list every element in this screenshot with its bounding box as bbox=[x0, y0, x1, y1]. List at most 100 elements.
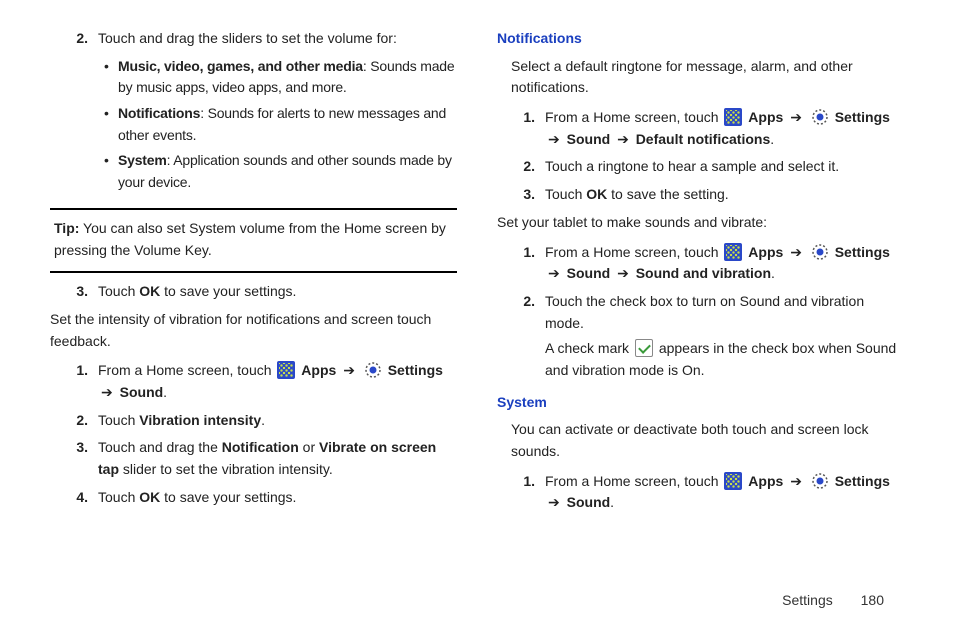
step-text: Touch and drag the bbox=[98, 439, 222, 455]
bullet-desc: : Application sounds and other sounds ma… bbox=[118, 152, 452, 190]
bullet-mark: • bbox=[104, 103, 118, 146]
vibe-step-2: 2. Touch Vibration intensity. bbox=[50, 410, 457, 432]
system-intro: You can activate or deactivate both touc… bbox=[497, 419, 904, 462]
bullet-label: System bbox=[118, 152, 167, 168]
notif-step-1: 1. From a Home screen, touch Apps ➔ Sett… bbox=[497, 107, 904, 150]
default-notifications-label: Default notifications bbox=[636, 131, 771, 147]
sound-label: Sound bbox=[567, 265, 611, 281]
notif-step-3: 3. Touch OK to save the setting. bbox=[497, 184, 904, 206]
step-text: Touch bbox=[98, 283, 139, 299]
left-column: 2. Touch and drag the sliders to set the… bbox=[50, 28, 457, 520]
list-number: 1. bbox=[517, 107, 545, 150]
footer-section: Settings bbox=[782, 592, 833, 608]
step-text: From a Home screen, touch bbox=[545, 109, 722, 125]
apps-icon bbox=[724, 108, 742, 126]
step-text: From a Home screen, touch bbox=[545, 473, 722, 489]
step-text: Touch bbox=[98, 489, 139, 505]
notifications-heading: Notifications bbox=[497, 28, 904, 50]
vibe-step-3: 3. Touch and drag the Notification or Vi… bbox=[50, 437, 457, 480]
step-text: Touch bbox=[545, 186, 586, 202]
settings-label: Settings bbox=[835, 244, 890, 260]
step-text: Touch the check box to turn on Sound and… bbox=[545, 293, 864, 331]
ok-label: OK bbox=[586, 186, 607, 202]
apps-icon bbox=[277, 361, 295, 379]
sound-label: Sound bbox=[567, 131, 611, 147]
vibration-intro: Set the intensity of vibration for notif… bbox=[50, 309, 457, 352]
arrow-icon: ➔ bbox=[787, 109, 805, 125]
apps-icon bbox=[724, 243, 742, 261]
page-number: 180 bbox=[861, 592, 884, 608]
settings-icon bbox=[811, 243, 829, 261]
sound-label: Sound bbox=[120, 384, 164, 400]
settings-icon bbox=[811, 108, 829, 126]
list-number: 1. bbox=[517, 242, 545, 285]
settings-label: Settings bbox=[388, 362, 443, 378]
step-text: From a Home screen, touch bbox=[545, 244, 722, 260]
step-2: 2. Touch and drag the sliders to set the… bbox=[50, 28, 457, 198]
arrow-icon: ➔ bbox=[545, 265, 563, 281]
step-text: Touch bbox=[98, 412, 139, 428]
list-number: 3. bbox=[70, 437, 98, 480]
apps-label: Apps bbox=[301, 362, 340, 378]
apps-icon bbox=[724, 472, 742, 490]
list-number: 3. bbox=[70, 281, 98, 303]
settings-label: Settings bbox=[835, 473, 890, 489]
settings-label: Settings bbox=[835, 109, 890, 125]
arrow-icon: ➔ bbox=[545, 131, 563, 147]
step-text: Touch a ringtone to hear a sample and se… bbox=[545, 158, 839, 174]
right-column: Notifications Select a default ringtone … bbox=[497, 28, 904, 520]
checkmark-icon bbox=[635, 339, 653, 357]
list-number: 1. bbox=[517, 471, 545, 514]
page-footer: Settings 180 bbox=[782, 592, 884, 608]
step-text: A check mark bbox=[545, 340, 633, 356]
notification-label: Notification bbox=[222, 439, 299, 455]
list-number: 3. bbox=[517, 184, 545, 206]
step-3: 3. Touch OK to save your settings. bbox=[50, 281, 457, 303]
arrow-icon: ➔ bbox=[545, 494, 563, 510]
vibe-step-1: 1. From a Home screen, touch Apps ➔ Sett… bbox=[50, 360, 457, 403]
vibration-intensity-label: Vibration intensity bbox=[139, 412, 261, 428]
list-number: 2. bbox=[70, 410, 98, 432]
step-text: or bbox=[299, 439, 319, 455]
list-number: 4. bbox=[70, 487, 98, 509]
bullet-system: • System: Application sounds and other s… bbox=[98, 150, 457, 193]
apps-label: Apps bbox=[748, 109, 787, 125]
vibe-step-4: 4. Touch OK to save your settings. bbox=[50, 487, 457, 509]
step-text: slider to set the vibration intensity. bbox=[119, 461, 333, 477]
apps-label: Apps bbox=[748, 473, 787, 489]
tip-label: Tip: bbox=[54, 220, 79, 236]
settings-icon bbox=[811, 472, 829, 490]
divider bbox=[50, 271, 457, 273]
step-text: From a Home screen, touch bbox=[98, 362, 275, 378]
sys-step-1: 1. From a Home screen, touch Apps ➔ Sett… bbox=[497, 471, 904, 514]
sound-label: Sound bbox=[567, 494, 611, 510]
bullet-mark: • bbox=[104, 56, 118, 99]
notif-step-2: 2. Touch a ringtone to hear a sample and… bbox=[497, 156, 904, 178]
sv-step-1: 1. From a Home screen, touch Apps ➔ Sett… bbox=[497, 242, 904, 285]
ok-label: OK bbox=[139, 283, 160, 299]
tip-text: You can also set System volume from the … bbox=[54, 220, 446, 258]
arrow-icon: ➔ bbox=[340, 362, 358, 378]
system-heading: System bbox=[497, 392, 904, 414]
apps-label: Apps bbox=[748, 244, 787, 260]
ok-label: OK bbox=[139, 489, 160, 505]
step-text: to save your settings. bbox=[160, 489, 296, 505]
arrow-icon: ➔ bbox=[98, 384, 116, 400]
list-number: 1. bbox=[70, 360, 98, 403]
divider bbox=[50, 208, 457, 210]
list-number: 2. bbox=[70, 28, 98, 198]
arrow-icon: ➔ bbox=[787, 473, 805, 489]
bullet-label: Music, video, games, and other media bbox=[118, 58, 363, 74]
step-text: to save the setting. bbox=[607, 186, 728, 202]
sv-step-2: 2. Touch the check box to turn on Sound … bbox=[497, 291, 904, 382]
tip-block: Tip: You can also set System volume from… bbox=[50, 218, 457, 261]
bullet-music: • Music, video, games, and other media: … bbox=[98, 56, 457, 99]
sound-vibrate-intro: Set your tablet to make sounds and vibra… bbox=[497, 212, 904, 234]
step-text: to save your settings. bbox=[160, 283, 296, 299]
list-number: 2. bbox=[517, 291, 545, 382]
bullet-label: Notifications bbox=[118, 105, 200, 121]
bullet-notifications: • Notifications: Sounds for alerts to ne… bbox=[98, 103, 457, 146]
list-number: 2. bbox=[517, 156, 545, 178]
bullet-mark: • bbox=[104, 150, 118, 193]
arrow-icon: ➔ bbox=[614, 265, 632, 281]
